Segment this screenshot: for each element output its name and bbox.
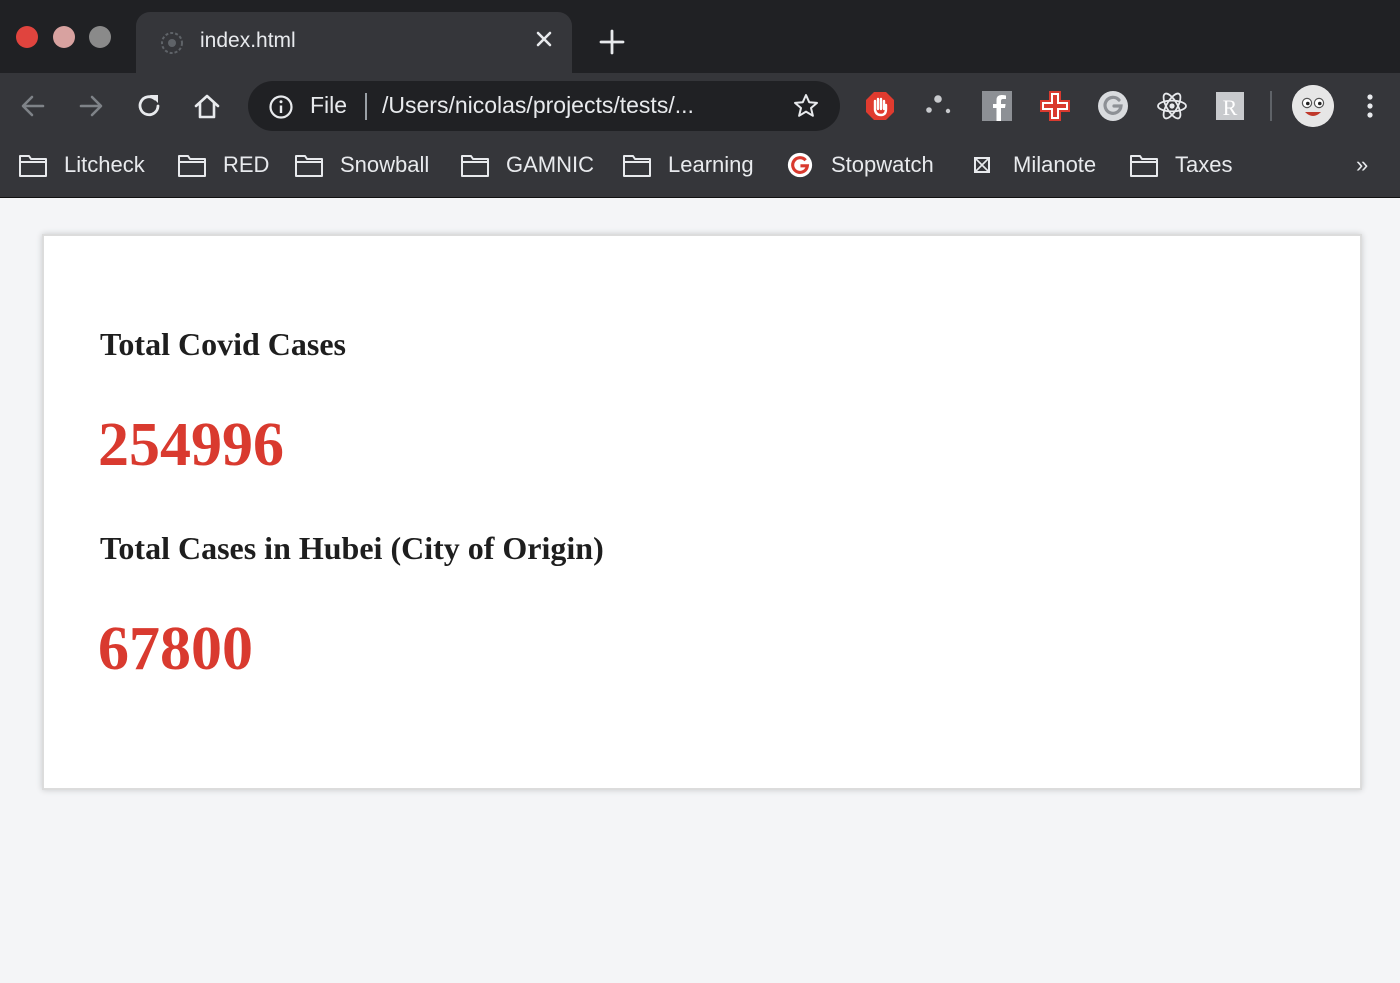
profile-avatar[interactable] — [1292, 85, 1334, 127]
browser-toolbar: File /Users/nicolas/projects/tests/... R — [0, 73, 1400, 138]
url-text[interactable]: /Users/nicolas/projects/tests/... — [382, 92, 694, 119]
folder-icon — [295, 155, 323, 177]
bookmarks-bar: Litcheck RED Snowball GAMNIC Learning St… — [0, 138, 1400, 198]
url-scheme: File — [310, 92, 348, 118]
bookmark-label: GAMNIC — [506, 152, 594, 177]
milanote-icon — [974, 157, 990, 173]
tab-index-html[interactable]: index.html — [136, 12, 572, 74]
google-icon — [787, 152, 813, 178]
bookmark-label: Taxes — [1175, 152, 1233, 177]
bookmark-litcheck[interactable]: Litcheck — [18, 150, 145, 180]
total-cases-heading: Total Covid Cases — [100, 326, 346, 362]
facebook-icon[interactable] — [980, 89, 1014, 123]
star-icon[interactable] — [792, 92, 820, 120]
bookmark-snowball[interactable]: Snowball — [294, 150, 429, 180]
info-icon[interactable] — [268, 94, 294, 120]
hubei-cases-value: 67800 — [98, 615, 253, 683]
bookmark-milanote[interactable]: Milanote — [967, 150, 1096, 180]
r-extension-icon[interactable]: R — [1213, 89, 1247, 123]
folder-icon — [1130, 155, 1158, 177]
toolbar-divider — [1270, 91, 1272, 121]
forward-button[interactable] — [75, 90, 107, 122]
folder-icon — [19, 155, 47, 177]
reload-button[interactable] — [133, 90, 165, 122]
bookmark-red[interactable]: RED — [177, 150, 269, 180]
grammarly-icon[interactable] — [1096, 89, 1130, 123]
bookmark-taxes[interactable]: Taxes — [1129, 150, 1232, 180]
react-devtools-icon[interactable] — [1155, 89, 1189, 123]
close-icon[interactable] — [530, 25, 558, 53]
stats-card: Total Covid Cases 254996 Total Cases in … — [42, 234, 1362, 790]
title-bar: index.html — [0, 0, 1400, 74]
dots-extension-icon[interactable] — [921, 89, 955, 123]
avatar-icon — [1292, 85, 1334, 127]
back-button[interactable] — [17, 90, 49, 122]
folder-icon — [178, 155, 206, 177]
window-close-button[interactable] — [16, 26, 38, 48]
new-tab-button[interactable] — [598, 28, 626, 56]
folder-icon — [461, 155, 489, 177]
bookmarks-overflow-button[interactable]: » — [1356, 152, 1368, 178]
bookmark-label: Snowball — [340, 152, 430, 177]
tab-title: index.html — [200, 29, 296, 52]
bookmark-gamnic[interactable]: GAMNIC — [460, 150, 594, 180]
url-separator — [365, 93, 367, 120]
bookmark-learning[interactable]: Learning — [622, 150, 754, 180]
bookmark-label: RED — [223, 152, 270, 177]
total-cases-value: 254996 — [98, 411, 284, 479]
bookmark-label: Stopwatch — [831, 152, 934, 177]
kebab-menu-icon[interactable] — [1356, 90, 1384, 122]
hubei-cases-heading: Total Cases in Hubei (City of Origin) — [100, 530, 604, 566]
adblock-hand-icon[interactable] — [863, 89, 897, 123]
address-bar[interactable]: File /Users/nicolas/projects/tests/... — [248, 81, 840, 131]
window-minimize-button[interactable] — [53, 26, 75, 48]
bookmark-label: Learning — [668, 152, 754, 177]
folder-icon — [623, 155, 651, 177]
bookmark-stopwatch[interactable]: Stopwatch — [785, 150, 934, 180]
bookmark-label: Milanote — [1013, 152, 1097, 177]
home-button[interactable] — [191, 90, 223, 122]
bookmark-label: Litcheck — [64, 152, 145, 177]
svg-text:R: R — [1223, 95, 1238, 120]
window-maximize-button[interactable] — [89, 26, 111, 48]
medical-cross-icon[interactable] — [1038, 89, 1072, 123]
globe-icon — [161, 32, 183, 54]
